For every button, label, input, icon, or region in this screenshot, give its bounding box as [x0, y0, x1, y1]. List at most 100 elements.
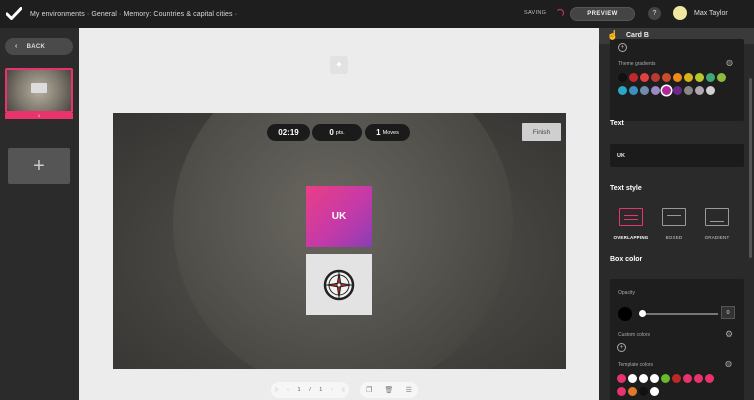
moves-unit: Moves [382, 129, 399, 136]
add-gradient-icon[interactable]: + [618, 43, 627, 52]
color-swatch[interactable] [673, 86, 682, 95]
color-swatch[interactable] [695, 73, 704, 82]
color-swatch[interactable] [705, 374, 714, 383]
breadcrumb[interactable]: My environments · General · Memory: Coun… [30, 11, 237, 18]
color-swatch[interactable] [639, 387, 648, 396]
color-swatch[interactable] [694, 374, 703, 383]
color-swatch[interactable] [639, 374, 648, 383]
user-name[interactable]: Max Taylor [694, 10, 728, 17]
chevron-left-icon: ‹ [15, 43, 18, 50]
avatar[interactable] [673, 6, 687, 20]
opacity-slider-thumb[interactable] [639, 310, 646, 317]
color-swatch[interactable] [640, 86, 649, 95]
preview-button[interactable]: PREVIEW [570, 7, 635, 21]
color-swatch[interactable] [618, 73, 627, 82]
color-swatch[interactable] [673, 73, 682, 82]
saving-status: SAVING [524, 10, 547, 16]
settings-list-icon[interactable]: ☰ [406, 386, 412, 394]
style-overlapping-option[interactable] [619, 208, 643, 226]
color-swatch[interactable] [706, 73, 715, 82]
points-display: 0 pts. [312, 124, 362, 141]
properties-panel: Card B + Theme gradients ◍ Text UK Text … [599, 28, 754, 400]
text-section-title: Text [610, 120, 624, 127]
add-custom-color-icon[interactable]: + [617, 343, 626, 352]
box-color-title: Box color [610, 256, 643, 263]
card-text-input[interactable]: UK [610, 144, 744, 167]
current-page: 1 [297, 387, 301, 393]
copy-icon[interactable]: ❐ [366, 386, 372, 394]
color-swatch[interactable] [651, 86, 660, 95]
opacity-label: Opacity [618, 290, 635, 296]
color-swatch[interactable] [617, 387, 626, 396]
style-boxed-label: BOXED [665, 235, 683, 240]
color-swatch[interactable] [672, 374, 681, 383]
top-bar: My environments · General · Memory: Coun… [0, 0, 754, 28]
theme-gradients-label: Theme gradients [618, 61, 656, 67]
moves-display: 1 Moves [365, 124, 410, 141]
palette-icon[interactable]: ◍ [726, 58, 733, 67]
color-swatch[interactable] [717, 73, 726, 82]
game-stage: 02:19 0 pts. 1 Moves Finish UK [113, 113, 566, 369]
color-swatch[interactable] [706, 86, 715, 95]
memory-card-b[interactable] [306, 254, 372, 315]
color-swatch[interactable] [695, 86, 704, 95]
color-swatch[interactable] [629, 73, 638, 82]
total-pages: 1 [319, 387, 323, 393]
trash-icon[interactable]: 🗑 [385, 386, 394, 394]
back-button[interactable]: ‹ BACK [5, 38, 73, 55]
color-swatch[interactable] [651, 73, 660, 82]
prev-page-icon[interactable]: ‹ [287, 387, 289, 393]
color-swatch[interactable] [662, 73, 671, 82]
timer-display: 02:19 [267, 124, 310, 141]
color-swatch[interactable] [628, 374, 637, 383]
gear-icon[interactable]: ⚙ [725, 329, 733, 340]
check-logo-icon[interactable] [0, 0, 28, 28]
magic-wand-icon[interactable]: ✦ [330, 56, 348, 74]
points-value: 0 [329, 128, 334, 137]
color-swatch[interactable] [662, 86, 671, 95]
points-unit: pts. [335, 129, 345, 136]
slides-sidebar: ‹ BACK 1 + [0, 28, 79, 400]
template-swatches-row-2 [617, 387, 659, 396]
compass-icon [323, 269, 355, 300]
opacity-color-preview [618, 307, 632, 321]
finish-button[interactable]: Finish [522, 123, 561, 141]
style-overlapping-label: OVERLAPPING [613, 235, 649, 240]
opacity-value-input[interactable]: 0 [721, 306, 735, 319]
color-swatch[interactable] [617, 374, 626, 383]
template-palette-icon[interactable]: ◍ [725, 359, 732, 368]
saving-spinner-icon [556, 9, 564, 17]
style-boxed-option[interactable] [662, 208, 686, 226]
gradient-swatches-row-2 [618, 86, 715, 95]
color-swatch[interactable] [629, 86, 638, 95]
slide-thumbnail-preview [31, 83, 47, 93]
help-button[interactable]: ? [648, 7, 661, 20]
last-page-icon[interactable]: ›| [341, 387, 344, 393]
text-style-title: Text style [610, 185, 642, 192]
memory-card-a[interactable]: UK [306, 186, 372, 247]
back-label: BACK [26, 43, 46, 50]
color-swatch[interactable] [684, 73, 693, 82]
color-swatch[interactable] [618, 86, 627, 95]
panel-scrollbar[interactable] [749, 78, 752, 258]
gradient-swatches-row-1 [618, 73, 726, 82]
custom-colors-label: Custom colors [618, 332, 650, 338]
first-page-icon[interactable]: |‹ [275, 387, 278, 393]
add-slide-button[interactable]: + [8, 148, 70, 184]
slide-thumbnail[interactable] [5, 68, 73, 113]
slide-pager: |‹ ‹ 1 / 1 › ›| [271, 382, 349, 398]
color-swatch[interactable] [683, 374, 692, 383]
plus-icon: + [33, 154, 45, 177]
next-page-icon[interactable]: › [331, 387, 333, 393]
panel-title: Card B [626, 32, 649, 39]
color-swatch[interactable] [640, 73, 649, 82]
color-swatch[interactable] [628, 387, 637, 396]
color-swatch[interactable] [684, 86, 693, 95]
style-gradient-option[interactable] [705, 208, 729, 226]
card-a-text: UK [331, 211, 347, 222]
color-swatch[interactable] [650, 374, 659, 383]
color-swatch[interactable] [650, 387, 659, 396]
color-swatch[interactable] [661, 374, 670, 383]
timer-value: 02:19 [278, 128, 299, 137]
opacity-slider-track[interactable] [640, 313, 718, 315]
